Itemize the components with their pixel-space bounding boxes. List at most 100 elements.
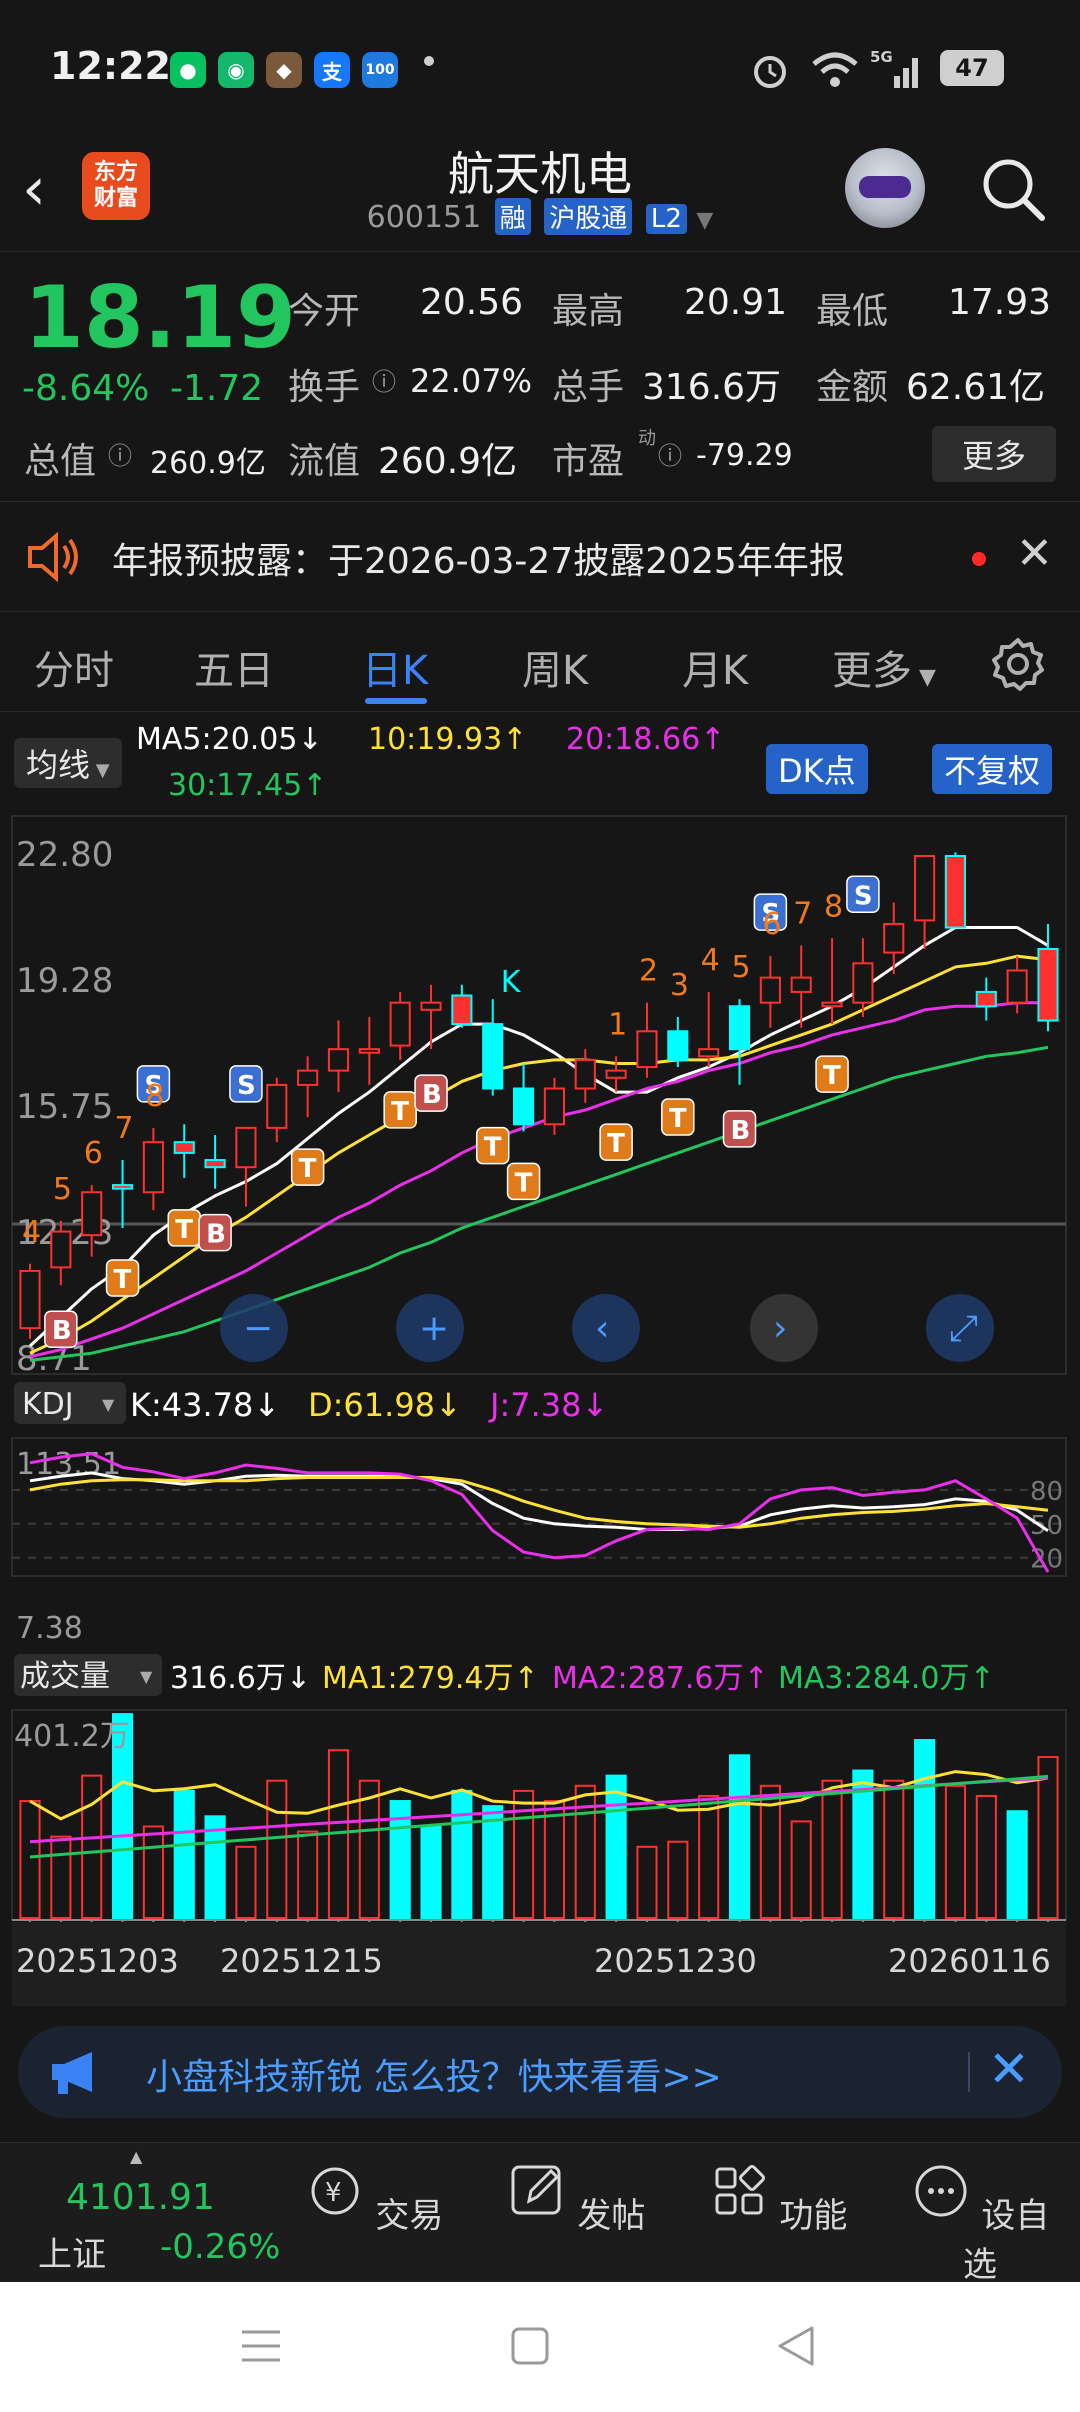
volume-bar: [821, 1779, 843, 1919]
volume-bar: [142, 1825, 164, 1919]
volume-panel-frame: [11, 1709, 1067, 1921]
back-triangle-icon[interactable]: [776, 2324, 816, 2368]
sequence-number: 4: [701, 943, 720, 978]
chart-control-glyph: ‹: [595, 1308, 609, 1349]
price-axis-label: 15.75: [16, 1087, 113, 1127]
chart-control-glyph: ›: [773, 1308, 787, 1349]
signal-t-marker: T: [391, 1097, 409, 1127]
volume-value-label: 316.6万↓: [170, 1661, 311, 1696]
gear-icon[interactable]: [990, 636, 1046, 692]
volume-bar: [944, 1784, 967, 1920]
signal-t-marker: T: [114, 1265, 132, 1295]
info-icon[interactable]: ⓘ: [108, 436, 132, 471]
kdj-select-label: KDJ: [22, 1387, 74, 1422]
float-cap-label: 流值: [288, 441, 361, 482]
menu-icon[interactable]: [240, 2326, 282, 2366]
tab-daily-k[interactable]: 日K: [362, 638, 428, 696]
nav-functions[interactable]: 功能: [698, 2161, 858, 2237]
open-label: 今开: [288, 291, 361, 332]
date-label-1: 20251203: [16, 1942, 179, 1980]
chart-control-glyph: −: [243, 1308, 273, 1349]
index-change[interactable]: -0.26%: [160, 2227, 280, 2267]
candle-body: [821, 1001, 843, 1008]
low-value: 17.93: [948, 282, 1052, 323]
candle-body: [1006, 969, 1028, 1004]
volume-bar: [297, 1830, 319, 1920]
market-cap-value: 260.9亿: [150, 446, 266, 481]
nav-post[interactable]: 发帖: [496, 2161, 656, 2237]
nav-trade-label: 交易: [375, 2196, 444, 2236]
date-label-2: 20251215: [220, 1942, 383, 1980]
tab-weekly-k[interactable]: 周K: [522, 638, 588, 696]
volume-bar: [1006, 1810, 1028, 1919]
sequence-number: 7: [793, 896, 812, 931]
index-value[interactable]: 4101.91: [66, 2177, 215, 2218]
chart-control-glyph: +: [419, 1308, 449, 1349]
ma-line-ma10: [29, 954, 1049, 1355]
kdj-lines: [29, 1452, 1050, 1573]
dk-point-button[interactable]: DK点: [766, 744, 868, 794]
announcement-text[interactable]: 年报预披露：于2026-03-27披露2025年年报: [112, 532, 845, 584]
alarm-icon: [754, 56, 786, 88]
sequence-number: 8: [824, 889, 843, 924]
l2-tag: L2: [645, 204, 687, 234]
index-name[interactable]: 上证: [38, 2227, 106, 2276]
candle-body: [358, 1048, 380, 1054]
volume-bar: [173, 1789, 195, 1919]
signal-b-marker: B: [422, 1080, 442, 1110]
caret-down-icon: ▼: [912, 665, 936, 690]
nav-trade[interactable]: ¥ 交易: [294, 2161, 454, 2237]
active-tab-indicator: [365, 698, 427, 704]
volume-axis-top: 401.2万: [14, 1719, 130, 1754]
nav-add-watchlist[interactable]: 设自选: [900, 2161, 1060, 2286]
chart-control-glyph: ⤢: [949, 1308, 978, 1349]
edit-icon: [511, 2165, 561, 2215]
volume-bar: [420, 1825, 442, 1919]
candle-body: [728, 1005, 751, 1051]
promo-banner[interactable]: 小盘科技新锐 怎么投？快来看看>> ✕: [18, 2026, 1062, 2118]
info-icon[interactable]: ⓘ: [658, 436, 682, 471]
last-price: 18.19: [24, 268, 297, 368]
candle-body: [111, 1184, 134, 1190]
home-icon[interactable]: [510, 2326, 550, 2366]
tab-monthly-k[interactable]: 月K: [682, 638, 748, 696]
assistant-robot-icon[interactable]: [845, 148, 925, 228]
wifi-icon: [812, 52, 858, 87]
indicator-select[interactable]: 均线 ▼: [14, 738, 122, 788]
sequence-number: 1: [608, 1007, 627, 1042]
indicator-select-label: 均线: [26, 746, 91, 784]
tab-five-day[interactable]: 五日: [194, 638, 274, 696]
tab-intraday[interactable]: 分时: [34, 638, 114, 696]
candle-body: [235, 1126, 257, 1169]
no-adjust-button[interactable]: 不复权: [932, 744, 1053, 794]
wechat-icon: ●: [170, 52, 206, 88]
search-icon[interactable]: [978, 154, 1048, 224]
ma5-label: MA5:20.05↓: [136, 722, 323, 757]
price-axis-label: 19.28: [16, 961, 113, 1001]
more-dots-icon: [915, 2165, 967, 2217]
volume-bar: [543, 1800, 565, 1919]
status-time: 12:22: [50, 44, 171, 88]
close-icon[interactable]: ✕: [988, 2040, 1030, 2098]
bottom-navigation: ▲ 4101.91 上证 -0.26% ¥ 交易 发帖 功能 设自选: [0, 2142, 1080, 2285]
sequence-number: 2: [639, 954, 658, 989]
signal-b-marker: B: [52, 1316, 72, 1346]
tab-more[interactable]: 更多 ▼: [832, 638, 936, 696]
info-icon[interactable]: ⓘ: [372, 362, 396, 397]
volume-bar: [358, 1779, 380, 1919]
announcement-bar[interactable]: 年报预披露：于2026-03-27披露2025年年报 ✕: [0, 502, 1080, 612]
market-cap-label: 总值: [24, 441, 97, 482]
kline-chart[interactable]: 22.8019.2815.7512.238.71 TTTTTTTTTBBBBSS…: [0, 812, 1080, 2012]
svg-text:5G: 5G: [870, 48, 893, 66]
low-label: 最低: [816, 291, 889, 332]
promo-text[interactable]: 小盘科技新锐 怎么投？快来看看>>: [146, 2048, 722, 2100]
sequence-number: 6: [84, 1136, 103, 1171]
volume-bar: [883, 1779, 905, 1919]
more-quote-button[interactable]: 更多: [932, 426, 1056, 482]
close-icon[interactable]: ✕: [1016, 528, 1053, 579]
app-icon: ◉: [218, 52, 254, 88]
signal-t-marker: T: [299, 1154, 317, 1184]
turnover-value: 22.07%: [410, 362, 533, 400]
volume-bar: [728, 1754, 751, 1920]
volume-bar: [914, 1739, 936, 1919]
